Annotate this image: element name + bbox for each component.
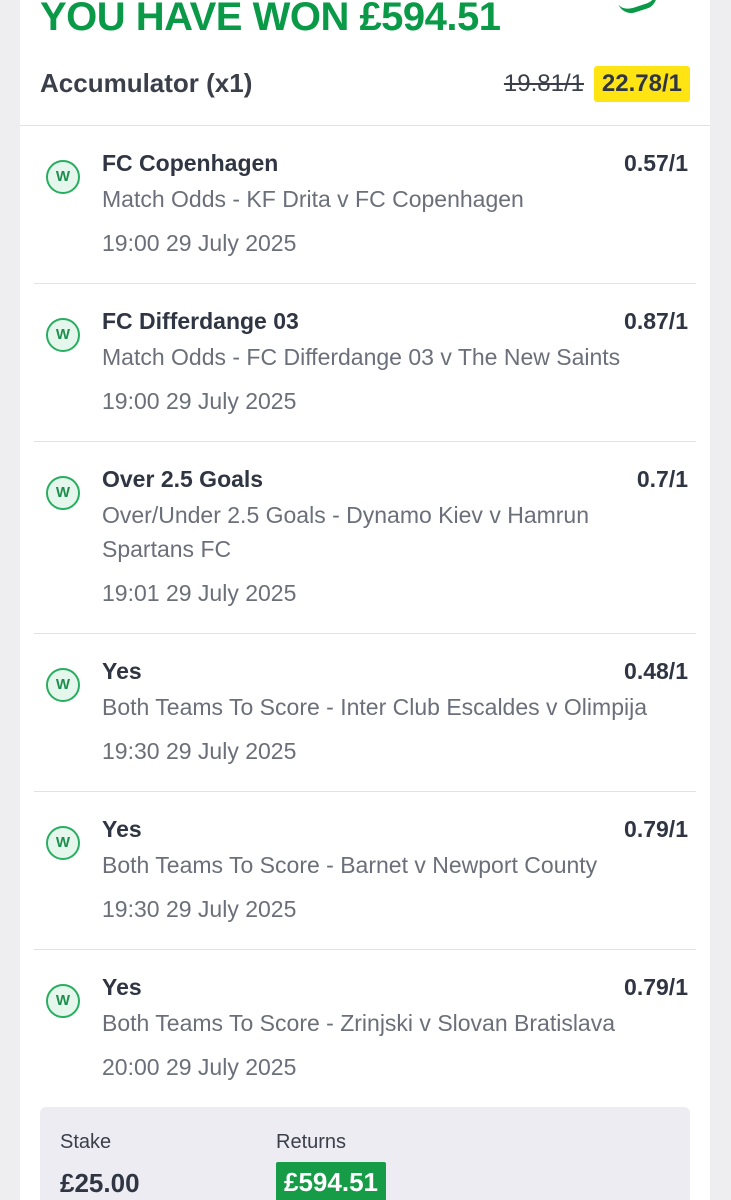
- selection-name: Yes: [102, 816, 142, 842]
- returns-value: £594.51: [276, 1162, 386, 1200]
- selection-market: Match Odds - FC Differdange 03 v The New…: [102, 344, 621, 370]
- selection-market: Over/Under 2.5 Goals - Dynamo Kiev v Ham…: [102, 502, 590, 562]
- bet-type-title: Accumulator (x1): [40, 68, 253, 98]
- selection-name: FC Copenhagen: [102, 150, 279, 176]
- selection-name: Yes: [102, 974, 142, 1000]
- boosted-odds-badge: 22.78/1: [593, 66, 690, 102]
- won-banner: YOU HAVE WON £594.51: [40, 0, 501, 39]
- selection-odds: 0.57/1: [624, 150, 688, 176]
- bet-summary-panel: Stake £25.00 Returns £594.51: [40, 1107, 690, 1200]
- selection-name: Over 2.5 Goals: [102, 466, 264, 492]
- selection-list: W FC Copenhagen 0.57/1 Match Odds - KF D…: [34, 126, 696, 1107]
- event-time: 19:00 29 July 2025: [102, 388, 297, 414]
- selection-odds: 0.87/1: [624, 308, 688, 334]
- event-time: 19:01 29 July 2025: [102, 580, 297, 606]
- stake-label: Stake: [60, 1131, 112, 1153]
- event-time: 19:30 29 July 2025: [102, 738, 297, 764]
- selection-odds: 0.48/1: [624, 658, 688, 684]
- selection-item: W Yes 0.79/1 Both Teams To Score - Zrinj…: [34, 950, 696, 1107]
- stake-value: £25.00: [60, 1168, 140, 1198]
- selection-item: W Yes 0.48/1 Both Teams To Score - Inter…: [34, 634, 696, 792]
- decorative-swoosh: [615, 0, 661, 17]
- selection-item: W Over 2.5 Goals 0.7/1 Over/Under 2.5 Go…: [34, 442, 696, 634]
- selection-market: Match Odds - KF Drita v FC Copenhagen: [102, 186, 524, 212]
- selection-item: W FC Differdange 03 0.87/1 Match Odds - …: [34, 284, 696, 442]
- event-time: 19:30 29 July 2025: [102, 896, 297, 922]
- returns-label: Returns: [276, 1131, 347, 1153]
- event-time: 19:00 29 July 2025: [102, 230, 297, 256]
- selection-market: Both Teams To Score - Zrinjski v Slovan …: [102, 1010, 616, 1036]
- selection-odds: 0.7/1: [636, 466, 688, 492]
- won-status-icon: W: [46, 318, 80, 352]
- selection-market: Both Teams To Score - Inter Club Escalde…: [102, 694, 647, 720]
- selection-market: Both Teams To Score - Barnet v Newport C…: [102, 852, 598, 878]
- bet-receipt-card: YOU HAVE WON £594.51 Accumulator (x1) 19…: [20, 0, 710, 1200]
- event-time: 20:00 29 July 2025: [102, 1054, 297, 1080]
- won-status-icon: W: [46, 668, 80, 702]
- original-odds: 19.81/1: [503, 70, 584, 97]
- won-status-icon: W: [46, 160, 80, 194]
- selection-item: W Yes 0.79/1 Both Teams To Score - Barne…: [34, 792, 696, 950]
- selection-odds: 0.79/1: [624, 974, 688, 1000]
- selection-name: FC Differdange 03: [102, 308, 299, 334]
- selection-item: W FC Copenhagen 0.57/1 Match Odds - KF D…: [34, 126, 696, 284]
- won-status-icon: W: [46, 826, 80, 860]
- selection-odds: 0.79/1: [624, 816, 688, 842]
- selection-name: Yes: [102, 658, 142, 684]
- won-status-icon: W: [46, 476, 80, 510]
- accumulator-header: Accumulator (x1) 19.81/1 22.78/1: [40, 62, 690, 106]
- won-status-icon: W: [46, 984, 80, 1018]
